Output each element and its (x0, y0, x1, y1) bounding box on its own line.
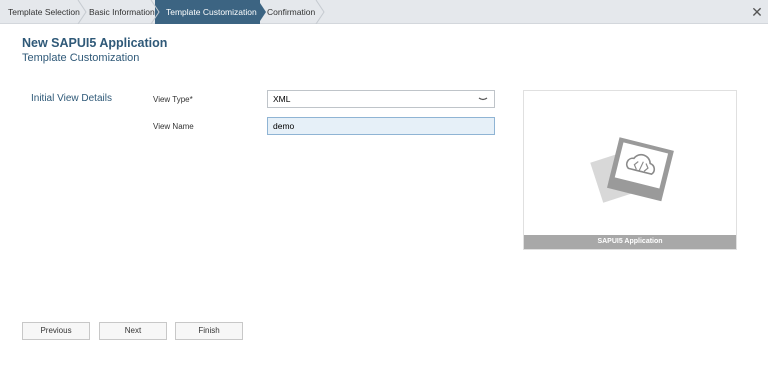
next-button[interactable]: Next (99, 322, 167, 340)
previous-button[interactable]: Previous (22, 322, 90, 340)
page-title: New SAPUI5 Application (22, 36, 168, 50)
step-label: Confirmation (267, 7, 316, 17)
page-subtitle: Template Customization (22, 52, 140, 64)
step-template-customization[interactable]: Template Customization (166, 0, 257, 24)
step-basic-information[interactable]: Basic Information (89, 0, 155, 24)
view-name-label: View Name (153, 122, 194, 131)
finish-button[interactable]: Finish (175, 322, 243, 340)
step-template-selection[interactable]: Template Selection (8, 0, 80, 24)
template-preview-card: SAPUI5 Application (523, 90, 737, 250)
step-label: Template Customization (166, 7, 257, 17)
step-label: Template Selection (8, 7, 80, 17)
step-separator-icon (315, 0, 325, 24)
cloud-code-icon (590, 137, 674, 203)
view-name-input[interactable] (267, 117, 495, 135)
close-icon[interactable]: ✕ (748, 3, 766, 21)
view-type-label: View Type* (153, 95, 193, 104)
step-label: Basic Information (89, 7, 155, 17)
section-label: Initial View Details (31, 93, 112, 104)
chevron-down-icon (478, 97, 488, 101)
preview-caption: SAPUI5 Application (524, 235, 736, 249)
view-type-value: XML (273, 94, 291, 104)
wizard-step-bar: Template Selection Basic Information Tem… (0, 0, 768, 24)
step-confirmation[interactable]: Confirmation (267, 0, 315, 24)
view-type-select[interactable]: XML (267, 90, 495, 108)
